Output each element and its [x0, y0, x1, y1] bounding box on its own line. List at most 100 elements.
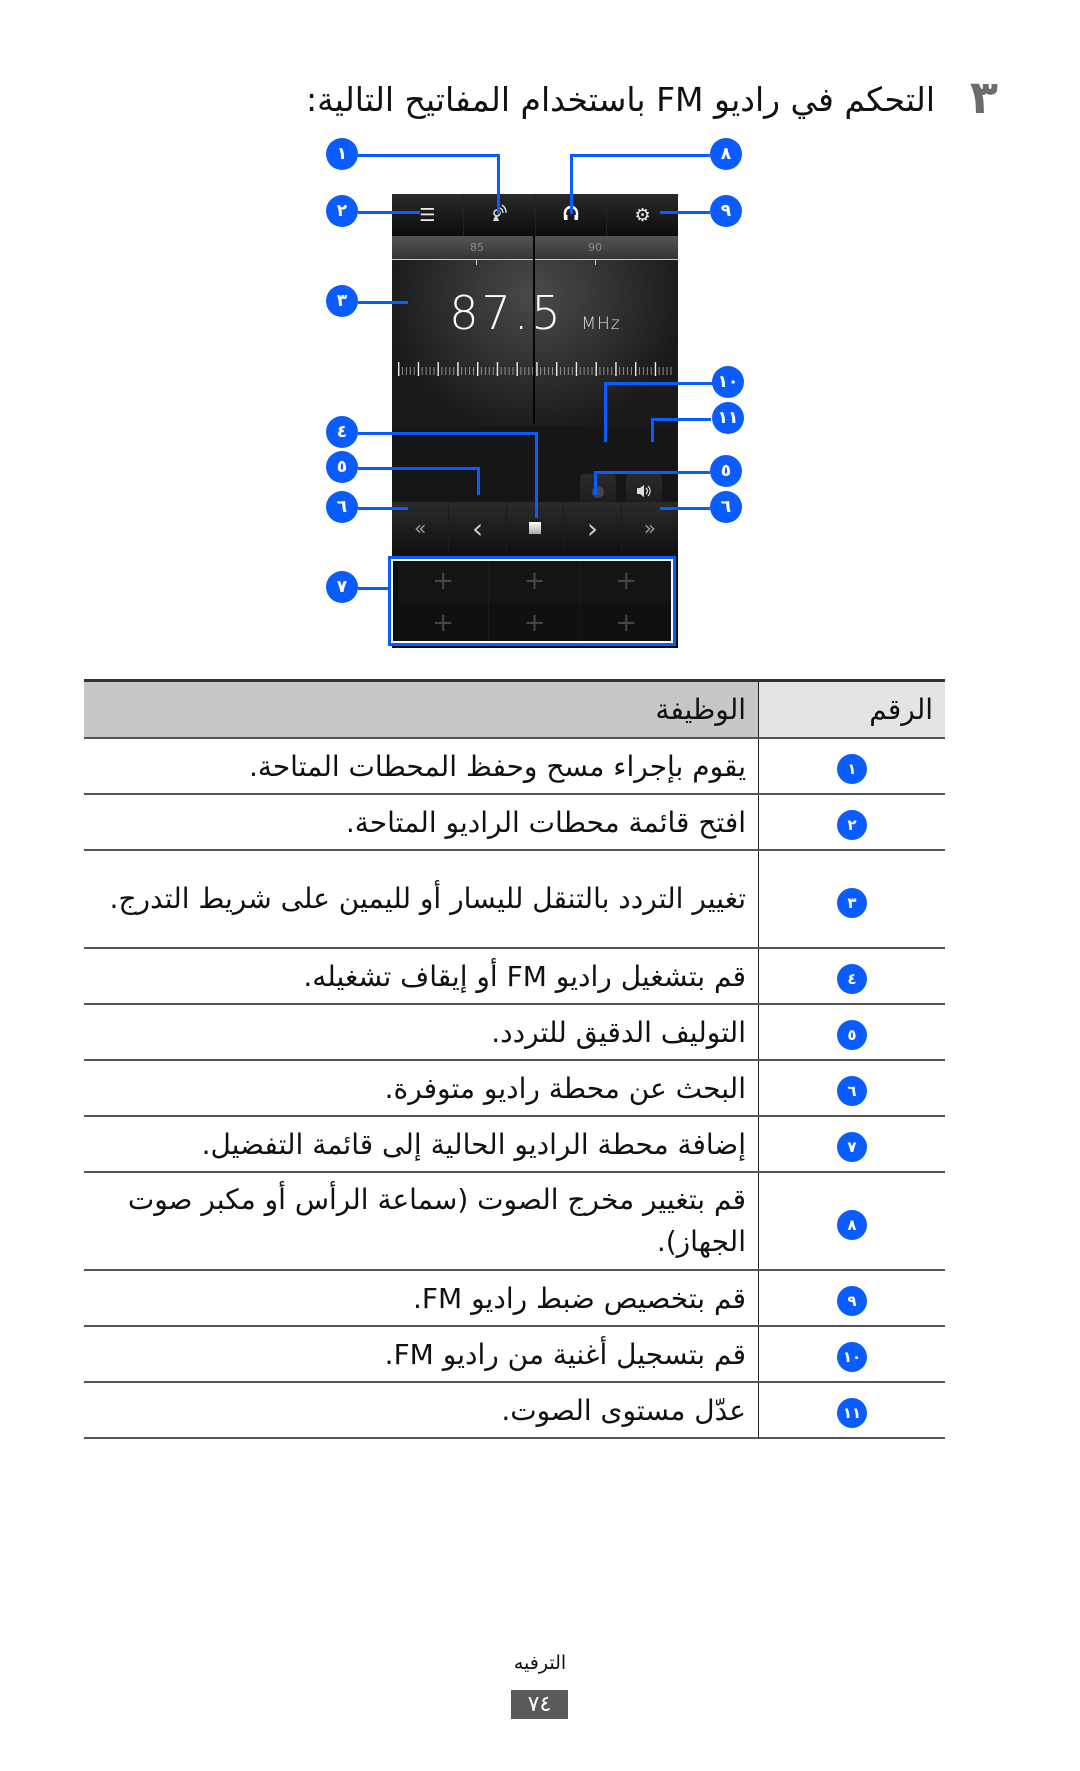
scale-label-85: 85: [470, 241, 484, 254]
table-row: ٣ تغيير التردد بالتنقل لليسار أو لليمين ع…: [84, 850, 945, 949]
tuning-tick: [666, 367, 668, 375]
tuning-tick: [536, 362, 538, 376]
table-row: ١٠ قم بتسجيل أغنية من راديو FM.: [84, 1326, 945, 1383]
callout-line-5-right: [594, 471, 710, 474]
frequency-unit: MHz: [581, 314, 621, 334]
callout-badge-1: ١: [326, 138, 358, 170]
tuning-tick: [575, 362, 578, 376]
tuning-tick: [583, 367, 585, 375]
tuning-tick: [496, 362, 499, 376]
tuning-tick: [401, 367, 403, 375]
tuning-tick: [627, 367, 628, 375]
tuning-tick: [670, 367, 672, 375]
tuning-ticks[interactable]: [396, 360, 674, 378]
tuning-tick: [591, 367, 593, 375]
row-badge: ٤: [837, 964, 867, 994]
tuning-tick: [437, 362, 439, 376]
row-badge: ٩: [837, 1286, 867, 1316]
callout-badge-10: ١٠: [712, 366, 744, 398]
row-text: تغيير التردد بالتنقل لليسار أو لليمين عل…: [84, 850, 759, 949]
callout-badge-4: ٤: [326, 416, 358, 448]
row-badge: ٦: [837, 1076, 867, 1106]
header-function: الوظيفة: [84, 679, 759, 739]
fine-tune-up-icon: ›: [586, 511, 599, 545]
header-number: الرقم: [758, 679, 945, 739]
tuning-tick: [425, 367, 427, 375]
tuning-tick: [528, 367, 530, 375]
settings-button[interactable]: ⚙: [607, 194, 678, 236]
fine-tune-up-button[interactable]: ›: [564, 502, 622, 554]
callout-badge-3: ٣: [326, 285, 358, 317]
stop-icon: [529, 522, 542, 534]
gear-icon: ⚙: [634, 204, 651, 226]
row-badge: ١: [837, 754, 867, 784]
tuning-tick: [421, 367, 423, 375]
callout-badge-2: ٢: [326, 195, 358, 227]
callout-line-5-right: [594, 471, 597, 495]
scale-line: [392, 259, 678, 260]
tuning-tick: [520, 367, 522, 375]
list-icon: ☰: [419, 204, 436, 226]
row-text: قم بتخصيص ضبط راديو FM.: [84, 1270, 759, 1327]
tuning-tick: [457, 362, 459, 376]
callout-badge-5: ٥: [326, 451, 358, 483]
step-number: ٣: [969, 70, 998, 124]
tuning-tick: [473, 367, 474, 375]
callout-line-8: [570, 154, 573, 214]
tuning-tick: [417, 362, 420, 376]
callout-line-8: [570, 154, 710, 157]
tuning-tick: [611, 367, 613, 375]
row-badge: ٨: [837, 1210, 867, 1240]
tuning-tick: [658, 367, 660, 375]
callout-line-5: [477, 467, 480, 495]
tuning-tick: [623, 367, 625, 375]
tuning-tick: [449, 367, 451, 375]
section-title: الترفيه: [513, 1652, 567, 1674]
row-text: يقوم بإجراء مسح وحفظ المحطات المتاحة.: [84, 738, 759, 795]
tuning-tick: [567, 367, 569, 375]
frequency-dial[interactable]: 85 90 87.5 MHz: [392, 236, 678, 426]
row-text: التوليف الدقيق للتردد.: [84, 1004, 759, 1061]
row-text: البحث عن محطة راديو متوفرة.: [84, 1060, 759, 1117]
callout-line-4: [535, 432, 538, 518]
tuning-tick: [540, 367, 542, 375]
station-list-button[interactable]: ☰: [392, 194, 464, 236]
tuning-tick: [409, 367, 411, 375]
favorites-highlight-frame: [388, 556, 676, 646]
tuning-tick: [556, 362, 558, 376]
fine-tune-down-button[interactable]: ‹: [449, 502, 507, 554]
tuning-tick: [638, 367, 640, 375]
callout-line-11: [651, 418, 711, 421]
callout-line-6: [358, 507, 408, 510]
row-badge: ٢: [837, 810, 867, 840]
table-row: ٤ قم بتشغيل راديو FM أو إيقاف تشغيله.: [84, 948, 945, 1005]
callout-line-10: [604, 382, 607, 442]
callout-line-4: [358, 432, 538, 435]
frequency-value: 87.5: [449, 286, 564, 340]
page-number: ٧٤: [511, 1690, 568, 1719]
scale-label-90: 90: [588, 241, 602, 254]
tuning-tick: [607, 367, 609, 375]
tuning-tick: [441, 367, 443, 375]
tuning-tick: [512, 367, 514, 375]
tuning-tick: [405, 367, 407, 375]
tuning-tick: [662, 367, 664, 375]
callout-line-11: [651, 418, 654, 442]
tuning-tick: [571, 367, 573, 375]
table-row: ٧ إضافة محطة الراديو الحالية إلى قائمة ال…: [84, 1116, 945, 1173]
tuning-tick: [563, 367, 565, 375]
tuning-tick: [504, 367, 506, 375]
tuning-tick: [469, 367, 470, 375]
tuning-tick: [492, 367, 494, 375]
table-row: ٩ قم بتخصيص ضبط راديو FM.: [84, 1270, 945, 1327]
callout-badge-8: ٨: [710, 138, 742, 170]
callout-badge-7: ٧: [326, 571, 358, 603]
tuning-tick: [631, 367, 632, 375]
tuning-tick: [508, 367, 510, 375]
tuning-tick: [635, 362, 637, 376]
row-badge: ٥: [837, 1020, 867, 1050]
row-badge: ٧: [837, 1132, 867, 1162]
callout-badge-9: ٩: [710, 195, 742, 227]
tuning-tick: [398, 362, 400, 376]
row-badge: ١٠: [837, 1342, 867, 1372]
